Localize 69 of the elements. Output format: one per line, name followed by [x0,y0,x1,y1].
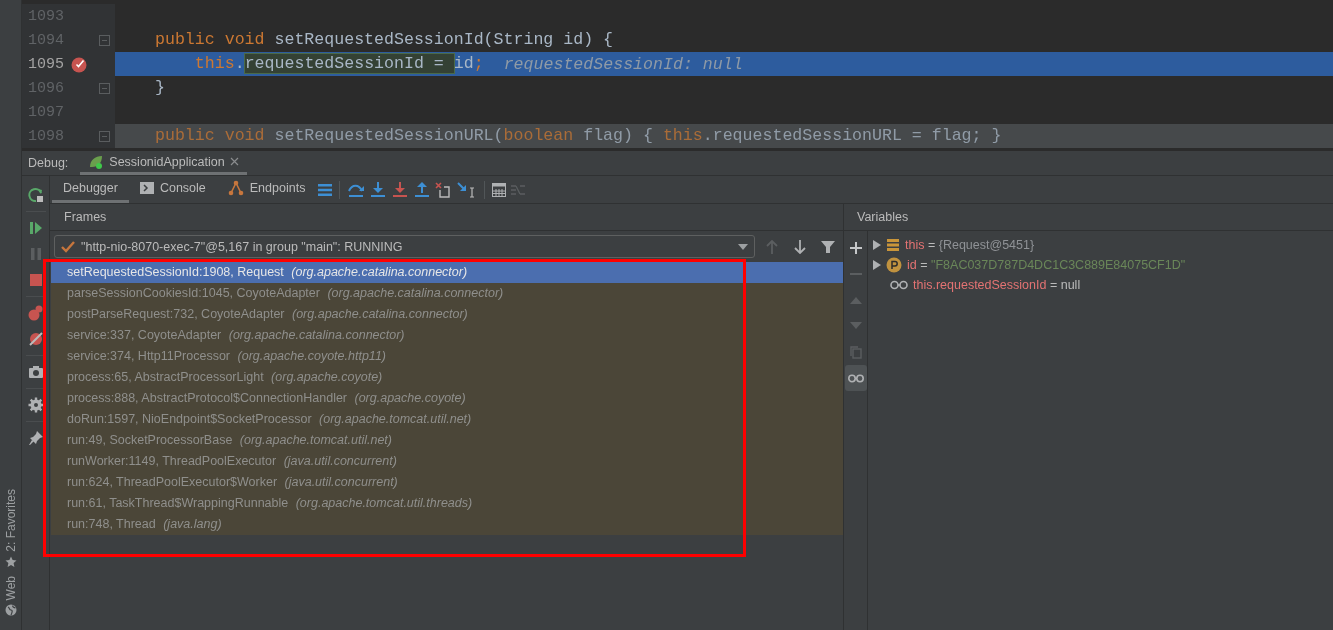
resume-icon[interactable] [28,221,43,235]
menu-icon[interactable] [318,183,333,196]
pause-icon[interactable] [29,247,42,261]
stack-frame[interactable]: run:748, Thread (java.lang) [51,514,843,535]
camera-icon[interactable] [27,365,44,379]
breakpoints-icon[interactable] [27,305,44,321]
thread-dropdown[interactable]: "http-nio-8070-exec-7"@5,167 in group "main": RUNNING [54,235,756,258]
calculator-icon[interactable] [492,182,507,197]
star-icon [4,555,17,568]
stack-frame[interactable]: runWorker:1149, ThreadPoolExecutor (java.util.concurrent) [51,451,843,472]
inline-value-hint: requestedSessionId: null [503,54,743,74]
panel-title: Variables [857,210,909,224]
code-line: public void setRequestedSessionId(String id) { [155,29,615,51]
stack-frame[interactable]: process:65, AbstractProcessorLight (org.apache.coyote) [51,367,843,388]
console-icon [139,182,154,194]
fold-marker-icon[interactable] [99,130,110,142]
graph-icon [227,180,244,196]
tool-tab[interactable]: Console [128,176,217,203]
move-up-icon[interactable] [849,296,862,304]
panel-label: Debug: [28,156,69,170]
expand-arrow-icon[interactable] [873,240,881,250]
force-step-into-icon[interactable] [391,181,410,198]
code-line: } [155,77,166,99]
stack-frame[interactable]: setRequestedSessionId:1908, Request (org.apache.catalina.connector) [51,262,843,283]
stack-frame[interactable]: postParseRequest:732, CoyoteAdapter (org.apache.catalina.connector) [51,304,843,325]
glasses-icon[interactable] [847,373,864,383]
down-arrow-icon[interactable] [794,239,807,254]
stack-frame[interactable]: doRun:1597, NioEndpoint$SocketProcessor (org.apache.tomcat.util.net) [51,409,843,430]
stack-frame[interactable]: service:374, Http11Processor (org.apache.coyote.http11) [51,346,843,367]
up-arrow-icon[interactable] [766,239,779,254]
fold-marker-icon[interactable] [99,82,110,94]
tool-window-tab[interactable]: 2: Favorites [3,488,18,552]
settings-icon[interactable] [27,397,44,413]
leaf-icon [88,153,105,170]
tool-window-tab[interactable]: Web [3,575,18,600]
stack-frame[interactable]: run:61, TaskThread$WrappingRunnable (org.apache.tomcat.util.threads) [51,493,843,514]
caret-icon [738,243,749,250]
tool-tab[interactable]: Endpoints [216,176,317,203]
stack-frame[interactable]: service:337, CoyoteAdapter (org.apache.catalina.connector) [51,325,843,346]
move-down-icon[interactable] [849,322,862,330]
tool-tab[interactable]: Debugger [52,176,129,203]
variable-entry[interactable]: this = {Request@5451} [905,238,1035,252]
fold-marker-icon[interactable] [99,34,110,46]
mute-breakpoints-icon[interactable] [27,331,44,347]
pin-icon[interactable] [27,430,44,446]
stack-frame[interactable]: run:49, SocketProcessorBase (org.apache.tomcat.util.net) [51,430,843,451]
expand-arrow-icon[interactable] [873,260,881,270]
stack-frame[interactable]: run:624, ThreadPoolExecutor$Worker (java.util.concurrent) [51,472,843,493]
code-line: public void setRequestedSessionURL(boolean flag) { this.requestedSessionURL = flag; } [155,125,1003,147]
filter-icon[interactable] [821,239,835,254]
stop-icon[interactable] [29,274,42,286]
rerun-icon[interactable] [27,187,44,203]
globe-icon [4,604,17,616]
glasses-icon [890,280,908,290]
panel-title: Frames [64,210,107,224]
parameter-icon [886,257,902,273]
step-out-icon[interactable] [413,181,432,198]
line-number: 1095 [27,55,64,73]
breakpoint-icon[interactable] [70,55,88,73]
step-into-icon[interactable] [369,181,388,198]
stack-frame[interactable]: process:888, AbstractProtocol$ConnectionHandler (org.apache.coyote) [51,388,843,409]
variable-entry[interactable]: this.requestedSessionId = null [913,278,1081,292]
variable-entry[interactable]: id = "F8AC037D787D4DC1C3C889E84075CF1D" [907,258,1186,272]
add-icon[interactable] [849,242,862,254]
field-list-icon [886,238,900,252]
close-icon[interactable] [229,157,239,166]
check-icon [61,240,75,253]
session-tab[interactable]: SessionidApplication [80,151,247,175]
stack-frame[interactable]: parseSessionCookiesId:1045, CoyoteAdapter (org.apache.catalina.connector) [51,283,843,304]
